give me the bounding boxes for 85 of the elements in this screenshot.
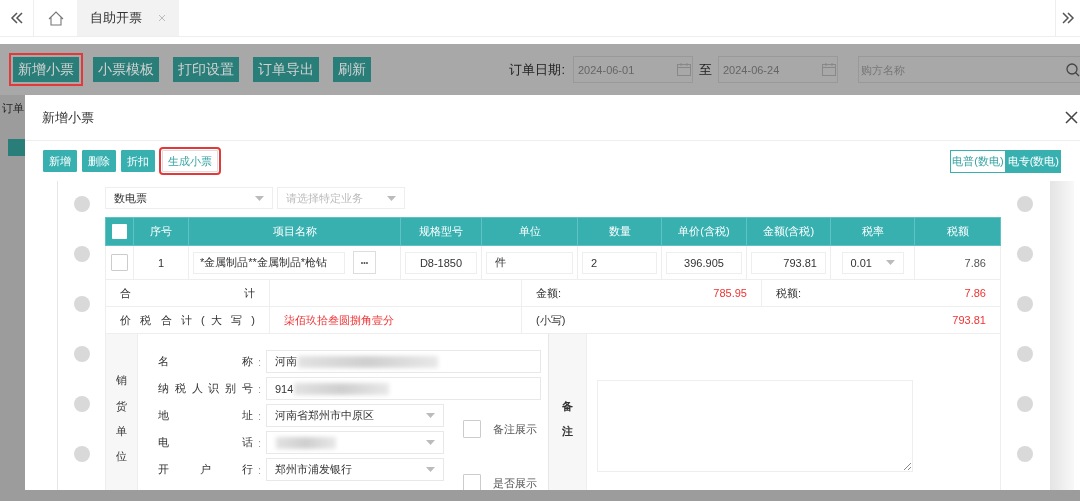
amount-label: 金额:: [536, 285, 562, 301]
caret-icon: [387, 195, 396, 201]
section-label: 订单: [2, 101, 25, 116]
total-label: 合 计: [120, 285, 255, 301]
close-icon[interactable]: [1065, 111, 1078, 124]
field-label: 电 话: [158, 435, 253, 450]
double-chevron-left-icon: [9, 11, 24, 25]
caret-icon: [426, 467, 435, 472]
colon-mark: :: [257, 355, 262, 368]
punch-hole: [1016, 446, 1033, 462]
calendar-icon: [822, 63, 836, 76]
table-cell: 1: [133, 245, 189, 280]
checkbox-label: 是否展示: [493, 475, 537, 490]
punch-hole: [73, 346, 90, 362]
punch-hole: [73, 296, 90, 312]
page-tab[interactable]: 自助开票: [77, 0, 179, 36]
checkbox[interactable]: [463, 474, 481, 490]
item-name-field[interactable]: *金属制品**金属制品*枪钻: [193, 251, 345, 274]
field-label: 纳 税 人 识 别 号: [158, 381, 253, 396]
column-header: 金额(含税): [746, 217, 831, 246]
caret-icon: [426, 440, 435, 445]
column-header: 规格型号: [400, 217, 482, 246]
remarks-field[interactable]: [597, 380, 913, 472]
colon-mark: :: [257, 382, 262, 395]
column-header: 税额: [914, 217, 1001, 246]
punch-hole: [1016, 396, 1033, 412]
column-header: 单价(含税): [661, 217, 747, 246]
grand-total-value: 793.81: [952, 314, 986, 326]
remarks-label: 备注: [562, 398, 573, 439]
colon-mark: :: [257, 463, 262, 476]
range-separator: 至: [699, 60, 712, 79]
amount-field[interactable]: 793.81: [751, 251, 826, 274]
date-label: 订单日期:: [509, 60, 565, 79]
column-header: 税率: [830, 217, 915, 246]
table-cell: 7.86: [914, 245, 1001, 280]
select-field[interactable]: [266, 431, 444, 454]
amount-value: 785.95: [713, 287, 747, 299]
tax-rate-select[interactable]: 0.01: [841, 251, 904, 274]
redaction-blur: [276, 436, 336, 449]
field-label: 名 称: [158, 354, 253, 369]
seller-label: 销货单位: [116, 373, 127, 465]
home-icon: [47, 10, 64, 26]
colon-mark: :: [257, 409, 262, 422]
punch-hole: [1016, 246, 1033, 262]
field-label: 开 户 行: [158, 462, 253, 477]
caret-icon: [426, 413, 435, 418]
double-chevron-right-icon: [1061, 11, 1075, 25]
punch-hole: [1016, 196, 1033, 212]
checkbox[interactable]: [111, 254, 128, 271]
select-field[interactable]: 河南省郑州市中原区: [266, 404, 444, 427]
resize-grip-icon[interactable]: [903, 462, 911, 470]
column-header: 序号: [133, 217, 189, 246]
punch-hole: [73, 246, 90, 262]
grand-total-label: 价 税 合 计 ( 大 写 ): [120, 312, 255, 328]
figures-label: (小写): [536, 312, 566, 328]
table-header-background: [8, 139, 25, 156]
invoice-type-select[interactable]: 数电票: [105, 187, 273, 209]
amount-in-words: 柒佰玖拾叁圆捌角壹分: [284, 312, 394, 328]
dialog-title: 新增小票: [42, 108, 94, 127]
tax-label: 税额:: [776, 285, 802, 301]
column-header: 项目名称: [188, 217, 401, 246]
punch-hole: [73, 396, 90, 412]
punch-hole: [73, 196, 90, 212]
punch-hole: [73, 446, 90, 462]
unit-field[interactable]: 件: [486, 251, 573, 274]
caret-icon: [255, 195, 264, 201]
checkbox[interactable]: [112, 224, 127, 239]
field-label: 地 址: [158, 408, 253, 423]
column-header: 单位: [481, 217, 578, 246]
punch-hole: [1016, 346, 1033, 362]
select-field[interactable]: 郑州市浦发银行: [266, 458, 444, 481]
price-field[interactable]: 396.905: [666, 251, 742, 274]
punch-hole: [1016, 296, 1033, 312]
text-field[interactable]: 914: [266, 377, 541, 400]
checkbox[interactable]: [463, 420, 481, 438]
tax-value: 7.86: [964, 287, 986, 299]
colon-mark: :: [257, 436, 262, 449]
column-header: 数量: [577, 217, 662, 246]
caret-icon: [885, 260, 895, 265]
checkbox-label: 备注展示: [493, 421, 537, 437]
spec-field[interactable]: D8-1850: [405, 251, 477, 274]
calendar-icon: [677, 63, 691, 76]
text-field[interactable]: 河南: [266, 350, 541, 373]
search-icon[interactable]: [1066, 62, 1080, 77]
quantity-field[interactable]: 2: [582, 251, 657, 274]
